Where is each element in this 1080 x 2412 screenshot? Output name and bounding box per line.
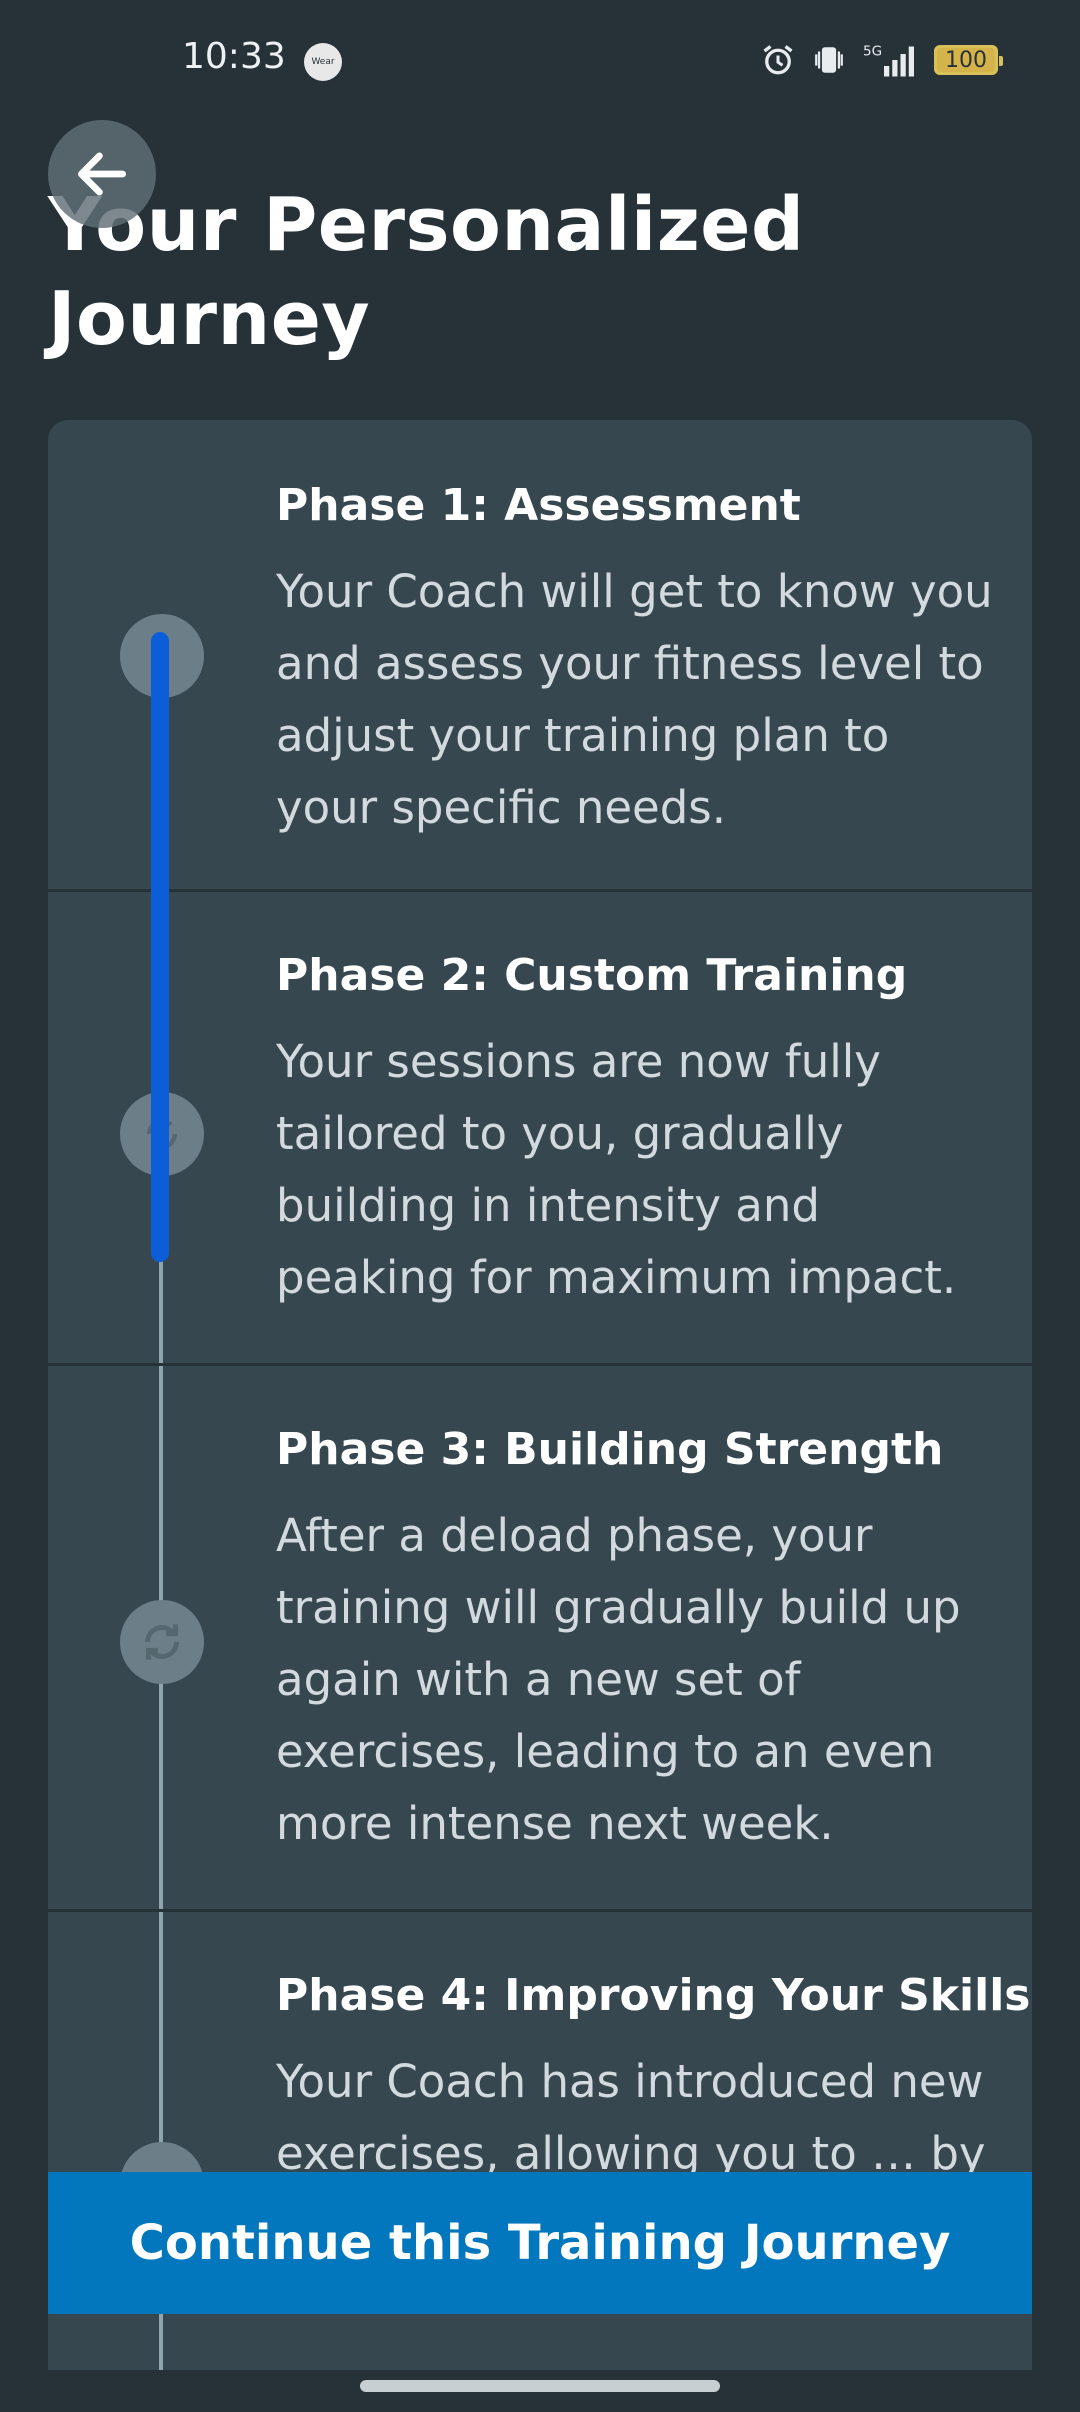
- back-button[interactable]: [48, 120, 156, 228]
- signal-icon: 5G: [863, 44, 914, 77]
- phase-title: Phase 3: Building Strength: [276, 1424, 944, 1475]
- phase-3-node: [120, 1600, 204, 1684]
- phase-title: Phase 2: Custom Training: [276, 950, 908, 1001]
- timeline-card: Phase 1: Assessment Your Coach will get …: [48, 420, 1032, 2370]
- wear-os-icon: Wear: [304, 43, 342, 81]
- phase-title: Phase 1: Assessment: [276, 480, 801, 531]
- phase-description: Your sessions are now fully tailored to …: [276, 1035, 957, 1304]
- phase-title: Phase 4: Improving Your Skills: [276, 1970, 1031, 2021]
- battery-icon: 100: [934, 45, 1003, 75]
- timeline-progress-bar: [151, 632, 169, 1262]
- continue-journey-button[interactable]: Continue this Training Journey: [48, 2172, 1032, 2314]
- home-indicator[interactable]: [360, 2380, 720, 2392]
- alarm-icon: [763, 45, 793, 75]
- arrow-left-icon: [77, 152, 127, 196]
- vibrate-icon: [815, 47, 843, 73]
- status-bar: 10:33 Wear 5G 100: [0, 0, 1080, 120]
- page-title: Your Personalized Journey: [48, 182, 805, 362]
- status-time: 10:33: [182, 36, 286, 77]
- svg-text:5G: 5G: [863, 44, 882, 60]
- phase-description: After a deload phase, your training will…: [276, 1509, 961, 1850]
- status-icons: 5G 100: [760, 38, 1003, 82]
- refresh-icon: [144, 1624, 180, 1660]
- phase-description: Your Coach will get to know you and asse…: [276, 565, 993, 834]
